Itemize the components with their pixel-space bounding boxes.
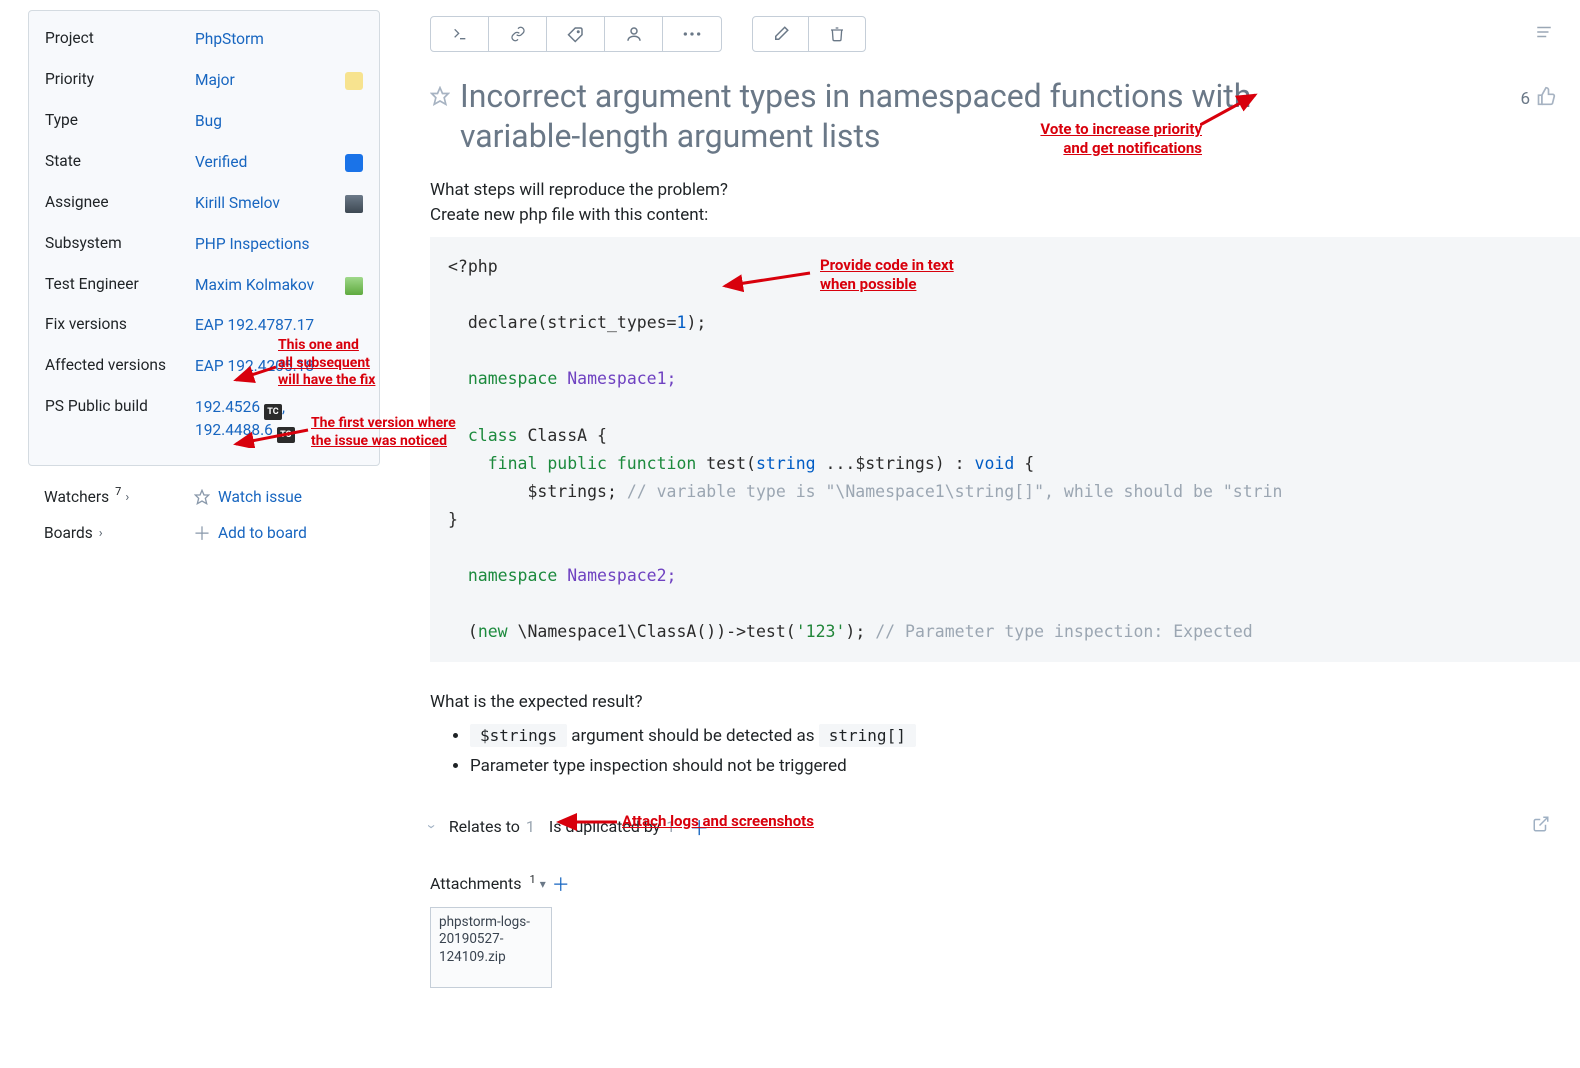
boards-label[interactable]: Boards › [44,524,194,542]
vote-button[interactable]: 6 [1520,86,1556,111]
star-icon [194,489,210,505]
priority-swatch-icon [345,72,363,90]
field-value[interactable]: EAP 192.4787.17 [195,315,314,336]
dropdown-icon[interactable]: ▾ [540,877,546,891]
expected-result: What is the expected result? $strings ar… [430,692,1580,776]
attachment-filename: phpstorm-logs-20190527-124109.zip [439,914,530,965]
field-label: Project [45,29,195,47]
expected-title: What is the expected result? [430,692,1580,712]
command-dialog-button[interactable] [431,17,489,51]
field-label: Type [45,111,195,129]
watch-issue-button[interactable]: Watch issue [194,488,302,506]
field-test-engineer[interactable]: Test Engineer Maxim Kolmakov [45,275,363,296]
expected-item: Parameter type inspection should not be … [470,756,1580,776]
view-options-button[interactable] [1534,23,1554,45]
issue-title: Incorrect argument types in namespaced f… [460,76,1290,156]
field-label: Fix versions [45,315,195,333]
attachments-header: Attachments 1 ▾ ＋ [430,871,1580,897]
star-icon[interactable] [430,86,450,106]
chevron-right-icon: › [125,490,129,505]
title-row: Incorrect argument types in namespaced f… [430,76,1580,156]
issue-fields-sidebar: Project PhpStorm Priority Major Type Bug… [0,0,380,1068]
teamcity-badge-icon: TC [264,404,282,420]
field-assignee[interactable]: Assignee Kirill Smelov [45,193,363,214]
add-relation-button[interactable]: ＋ [689,812,709,841]
field-label: Priority [45,70,195,88]
field-value[interactable]: Major [195,70,235,91]
state-swatch-icon [345,154,363,172]
chevron-right-icon: › [99,526,103,541]
toolbar-group-2 [752,16,866,52]
description-line: What steps will reproduce the problem? [430,178,1580,203]
field-label: Test Engineer [45,275,195,293]
field-value[interactable]: Bug [195,111,222,132]
boards-row: Boards › ＋ Add to board [44,524,364,542]
more-actions-button[interactable] [663,17,721,51]
field-label: State [45,152,195,170]
field-fix-versions[interactable]: Fix versions EAP 192.4787.17 [45,315,363,336]
field-value[interactable]: PHP Inspections [195,234,310,255]
field-value[interactable]: 192.4526 TC, 192.4488.6 TC [195,397,295,443]
field-value[interactable]: Maxim Kolmakov [195,275,314,296]
issue-main: Incorrect argument types in namespaced f… [380,0,1580,1068]
chevron-right-icon[interactable]: › [423,824,442,829]
edit-button[interactable] [753,17,809,51]
add-to-board-button[interactable]: ＋ Add to board [194,524,307,542]
watchers-row: Watchers7 › Watch issue [44,488,364,506]
assignee-button[interactable] [605,17,663,51]
vote-count: 6 [1520,89,1530,109]
field-label: PS Public build [45,397,195,415]
issue-toolbar [430,16,1580,52]
issue-description: What steps will reproduce the problem? C… [430,178,1580,662]
field-subsystem[interactable]: Subsystem PHP Inspections [45,234,363,255]
code-block: <?php declare(strict_types=1); namespace… [430,237,1580,662]
link-button[interactable] [489,17,547,51]
thumbs-up-icon [1536,86,1556,111]
field-affected-versions[interactable]: Affected versions EAP 192.4205.18 [45,356,363,377]
avatar-icon [345,277,363,295]
duplicated-by-link[interactable]: Is duplicated by 1 [549,817,675,836]
fields-panel: Project PhpStorm Priority Major Type Bug… [28,10,380,466]
add-attachment-button[interactable]: ＋ [552,871,570,897]
field-state[interactable]: State Verified [45,152,363,173]
field-value[interactable]: Verified [195,152,247,173]
attachment-card[interactable]: phpstorm-logs-20190527-124109.zip [430,907,552,988]
watchers-label[interactable]: Watchers7 › [44,488,194,506]
field-value[interactable]: Kirill Smelov [195,193,280,214]
relations-row: › Relates to 1 Is duplicated by 1 ＋ [430,812,1580,841]
field-value[interactable]: PhpStorm [195,29,264,50]
description-line: Create new php file with this content: [430,203,1580,228]
field-label: Assignee [45,193,195,211]
field-ps-public-build[interactable]: PS Public build 192.4526 TC, 192.4488.6 … [45,397,363,443]
teamcity-badge-icon: TC [277,427,295,443]
avatar-icon [345,195,363,213]
field-label: Subsystem [45,234,195,252]
delete-button[interactable] [809,17,865,51]
open-in-new-icon[interactable] [1532,815,1550,837]
toolbar-group-1 [430,16,722,52]
field-value[interactable]: EAP 192.4205.18 [195,356,314,377]
field-type[interactable]: Type Bug [45,111,363,132]
expected-item: $strings argument should be detected as … [470,726,1580,746]
field-project[interactable]: Project PhpStorm [45,29,363,50]
tag-button[interactable] [547,17,605,51]
plus-icon: ＋ [194,525,210,541]
field-priority[interactable]: Priority Major [45,70,363,91]
relates-to-link[interactable]: Relates to 1 [449,817,535,836]
field-label: Affected versions [45,356,195,374]
